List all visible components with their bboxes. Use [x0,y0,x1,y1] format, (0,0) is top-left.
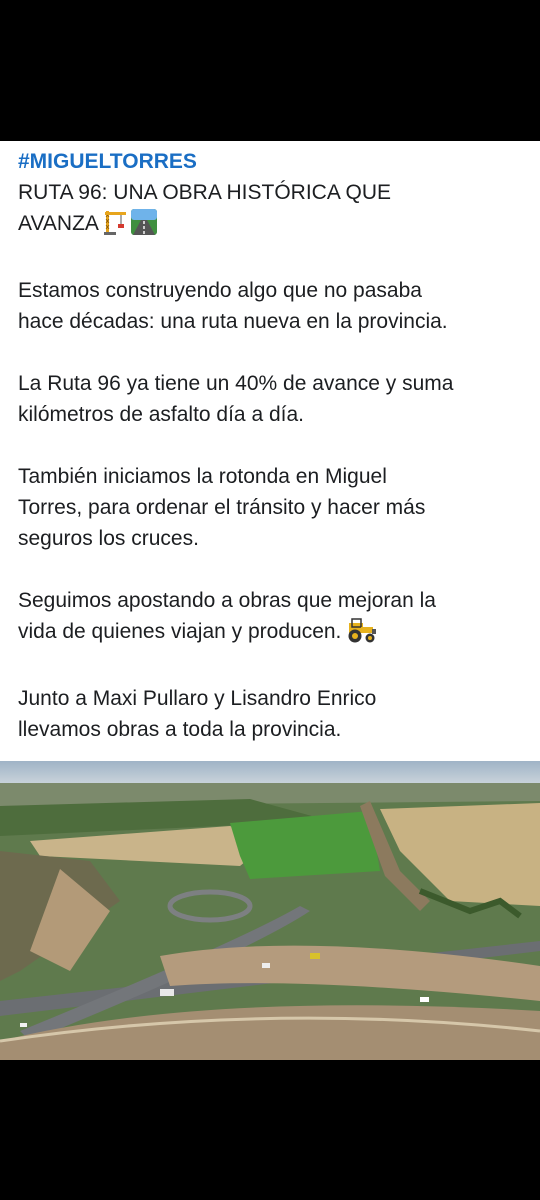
paragraph-3-line-3: seguros los cruces. [18,527,199,550]
road-icon [130,209,157,244]
title-word: AVANZA [18,212,99,235]
paragraph-2-line-1: La Ruta 96 ya tiene un 40% de avance y s… [18,372,454,395]
hashtag-link[interactable]: #MIGUELTORRES [18,146,528,177]
paragraph-4-line-1: Seguimos apostando a obras que mejoran l… [18,589,436,612]
photo-illustration [0,761,540,1060]
paragraph-3-line-1: También iniciamos la rotonda en Miguel [18,465,387,488]
paragraph-3-line-2: Torres, para ordenar el tránsito y hacer… [18,496,426,519]
paragraph-1-line-1: Estamos construyendo algo que no pasaba [18,279,422,302]
title-line-2: AVANZA [18,208,528,244]
paragraph-5-line-2: llevamos obras a toda la provincia. [18,718,342,741]
crane-icon [103,209,127,244]
paragraph-4-line-2-text: vida de quienes viajan y producen. [18,620,342,643]
paragraph-1-line-2: hace décadas: una ruta nueva en la provi… [18,310,448,333]
aerial-road-construction-photo[interactable] [0,761,540,1060]
tractor-icon [345,617,377,652]
title-line-1: RUTA 96: UNA OBRA HISTÓRICA QUE [18,181,392,204]
bottom-black-bar [0,1060,540,1200]
paragraph-4-line-2: vida de quienes viajan y producen. [18,616,528,652]
paragraph-5-line-1: Junto a Maxi Pullaro y Lisandro Enrico [18,687,377,710]
top-black-bar [0,0,540,141]
post-body: #MIGUELTORRES RUTA 96: UNA OBRA HISTÓRIC… [18,146,528,745]
paragraph-2-line-2: kilómetros de asfalto día a día. [18,403,304,426]
